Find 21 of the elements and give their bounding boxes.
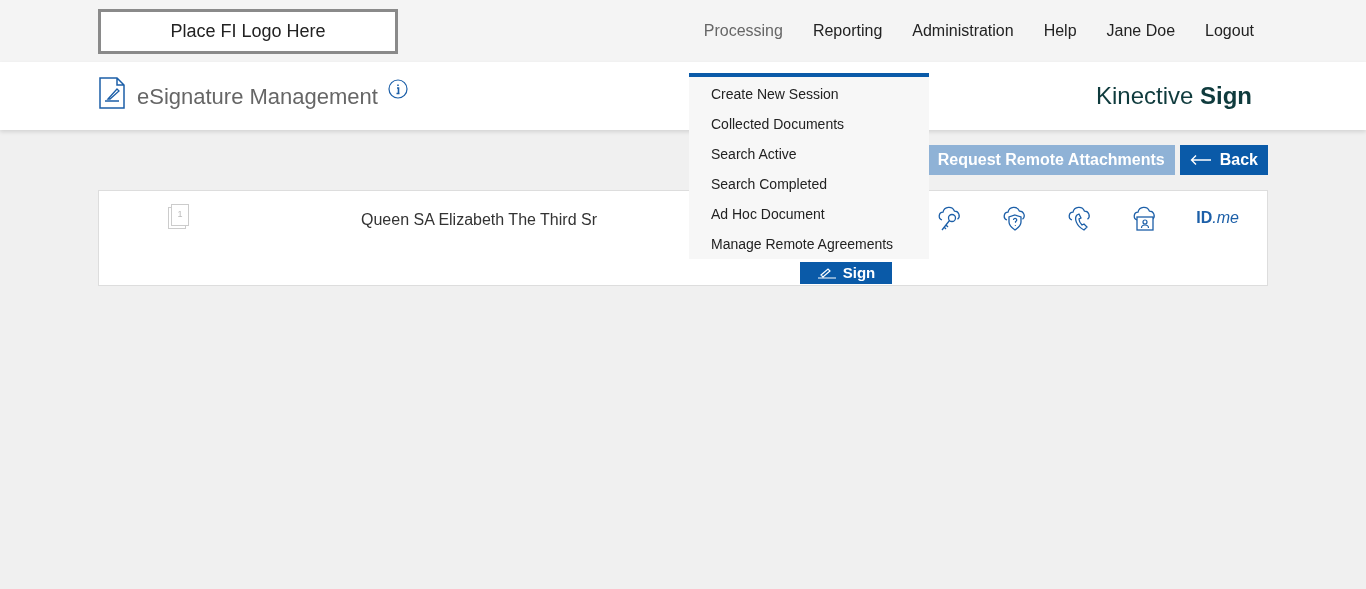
signed-document-icon [98,77,126,109]
sign-button[interactable]: Sign [800,262,892,284]
nav-link[interactable]: Reporting [812,19,883,43]
pen-icon [816,267,837,279]
nav-link[interactable]: Help [1043,19,1077,43]
brand-logo: Kinective Sign [1095,81,1252,111]
nav-link[interactable]: Logout [1205,19,1254,43]
signer-name: Queen SA Elizabeth The Third Sr [361,210,597,228]
nav-link[interactable]: Administration [912,19,1014,43]
menu-item[interactable]: Ad Hoc Document [689,199,929,229]
logo-placeholder-text: Place FI Logo Here [170,19,326,43]
menu-item[interactable]: Collected Documents [689,109,929,139]
menu-item[interactable]: Create New Session [689,79,929,109]
info-icon[interactable] [387,79,408,99]
nav-link[interactable]: Processing [703,19,783,43]
page-title: eSignature Management [137,82,378,111]
nav-link[interactable]: Jane Doe [1106,19,1176,43]
back-button[interactable]: Back [1179,145,1268,175]
menu-item[interactable]: Manage Remote Agreements [689,229,929,259]
idme-logo[interactable]: ID.me [1196,206,1239,230]
left-arrow-icon [1189,154,1212,166]
